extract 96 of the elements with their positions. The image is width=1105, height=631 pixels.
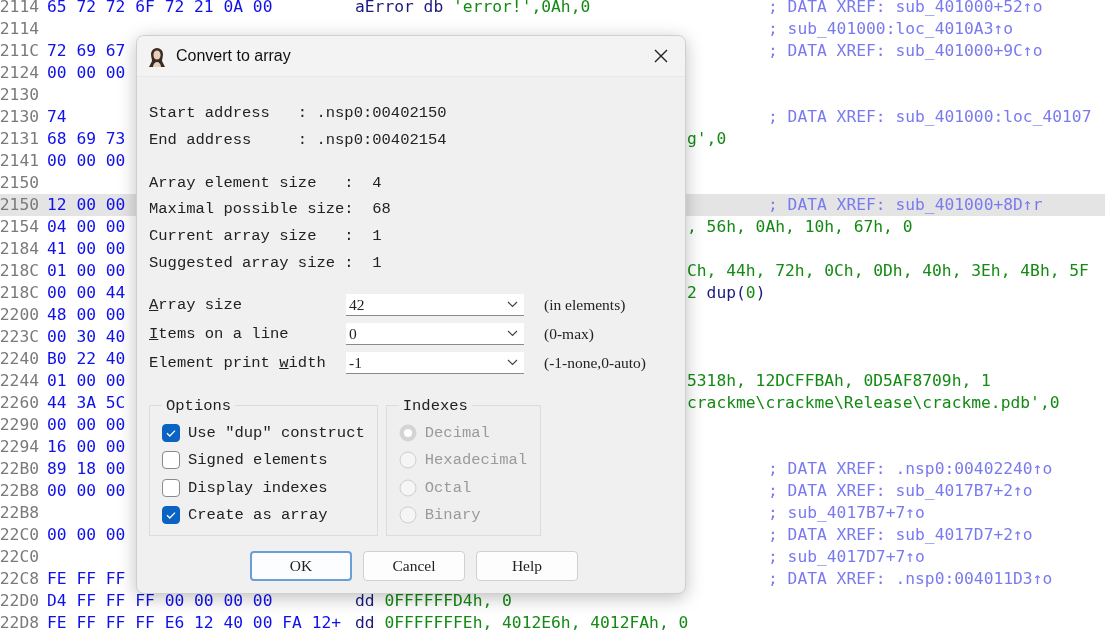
checkbox-label: Use "dup" construct — [188, 423, 365, 442]
hex-bytes: 44 3A 5C — [47, 393, 126, 412]
hex-bytes: 16 00 00 — [47, 437, 126, 456]
radio-label: Binary — [424, 506, 481, 525]
code-text: 2 dup(0) — [687, 283, 766, 302]
address-text: 218C — [0, 283, 39, 302]
comment-text: ; DATA XREF: sub_401000+52↑o — [768, 0, 1043, 16]
address-text: 2131 — [0, 129, 39, 148]
address-text: 2200 — [0, 305, 39, 324]
address-text: 2150 — [0, 173, 39, 192]
address-text: 218C — [0, 261, 39, 280]
address-text: 2294 — [0, 437, 39, 456]
hex-bytes: 00 00 44 — [47, 283, 126, 302]
hex-bytes: 12 00 00 — [47, 195, 126, 214]
info-text: Suggested array size : 1 — [149, 253, 382, 274]
address-text: 223C — [0, 327, 39, 346]
address-text: 2130 — [0, 85, 39, 104]
hex-bytes: 00 00 00 — [47, 151, 126, 170]
info-text: Current array size : 1 — [149, 226, 382, 248]
radio-label: Decimal — [424, 423, 490, 442]
address-text: 22C8 — [0, 569, 39, 588]
hex-bytes: 04 00 00 — [47, 217, 126, 236]
comment-text: ; DATA XREF: .nsp0:004011D3↑o — [768, 569, 1053, 588]
comment-text: ; DATA XREF: sub_401000+8D↑r — [768, 195, 1043, 214]
address-text: 2244 — [0, 371, 39, 390]
field-label: Items on a line — [149, 325, 290, 344]
address-text: 2260 — [0, 393, 39, 412]
address-text: 22D8 — [0, 613, 39, 631]
code-text: , 56h, 0Ah, 10h, 67h, 0 — [687, 217, 913, 236]
address-text: 2141 — [0, 151, 39, 170]
hex-bytes: 65 72 72 6F 72 21 0A 00 — [47, 0, 273, 16]
comment-text: ; sub_4017B7+7↑o — [768, 503, 925, 522]
comment-text: ; DATA XREF: sub_401000+9C↑o — [768, 41, 1043, 60]
address-text: 2240 — [0, 349, 39, 368]
hex-bytes: 89 18 00 — [47, 459, 126, 478]
comment-text: ; DATA XREF: sub_4017D7+2↑o — [768, 525, 1033, 544]
address-text: 2290 — [0, 415, 39, 434]
hex-bytes: 00 00 00 — [47, 63, 126, 82]
info-text: End address : .nsp0:00402154 — [149, 129, 447, 151]
hex-bytes: 48 00 00 — [47, 305, 126, 324]
hint-text: (0-max) — [544, 325, 594, 344]
code-text: dd 0FFFFFFD4h, 0 — [355, 591, 512, 610]
address-text: 22D0 — [0, 591, 39, 610]
checkbox-label: Create as array — [188, 506, 328, 525]
code-text: g',0 — [687, 129, 727, 148]
hex-bytes: 41 00 00 — [47, 239, 126, 258]
comment-text: ; DATA XREF: sub_4017B7+2↑o — [768, 481, 1033, 500]
hex-bytes: 00 00 00 — [47, 525, 126, 544]
code-text: Ch, 44h, 72h, 0Ch, 0Dh, 40h, 3Eh, 4Bh, 5F — [687, 261, 1089, 280]
field-label: Array size — [149, 296, 244, 315]
address-text: 22B8 — [0, 481, 39, 500]
field-label: Element print width — [149, 354, 327, 373]
address-text: 22C0 — [0, 525, 39, 544]
address-text: 2114 — [0, 19, 39, 38]
group-title: Options — [165, 396, 233, 415]
address-text: 22C0 — [0, 547, 39, 566]
hex-bytes: 01 00 00 — [47, 371, 126, 390]
address-text: 2124 — [0, 63, 39, 82]
group-title: Indexes — [401, 396, 469, 415]
hex-bytes: FE FF FF FF E6 12 40 00 FA 12+ — [47, 613, 342, 631]
hex-bytes: 74 — [47, 107, 67, 126]
code-text: aError db 'error!',0Ah,0 — [355, 0, 591, 16]
info-text: Array element size : 4 — [149, 172, 382, 194]
checkbox-label: Display indexes — [188, 478, 328, 497]
hex-bytes: 72 69 67 — [47, 41, 126, 60]
address-text: 22B0 — [0, 459, 39, 478]
radio-label: Octal — [424, 478, 472, 497]
comment-text: ; DATA XREF: sub_401000:loc_40107 — [768, 107, 1092, 126]
hint-text: (-1-none,0-auto) — [544, 354, 646, 373]
address-text: 2184 — [0, 239, 39, 258]
address-text: 211C — [0, 41, 39, 60]
hex-bytes: D4 FF FF FF 00 00 00 00 — [47, 591, 273, 610]
hint-text: (in elements) — [544, 296, 626, 315]
code-text: 5318h, 12DCFFBAh, 0D5AF8709h, 1 — [687, 371, 991, 390]
code-text: crackme\crackme\Release\crackme.pdb',0 — [687, 393, 1060, 412]
hex-bytes: 01 00 00 — [47, 261, 126, 280]
info-text: Maximal possible size: 68 — [149, 199, 391, 221]
address-text: 2130 — [0, 107, 39, 126]
checkbox-label: Signed elements — [188, 451, 328, 470]
hex-bytes: 00 30 40 — [47, 327, 126, 346]
info-text: Start address : .nsp0:00402150 — [149, 103, 447, 124]
hex-bytes: 00 00 00 — [47, 415, 126, 434]
code-text: dd 0FFFFFFFEh, 4012E6h, 4012FAh, 0 — [355, 613, 689, 631]
address-text: 2114 — [0, 0, 39, 16]
comment-text: ; sub_4017D7+7↑o — [768, 547, 925, 566]
hex-bytes: 68 69 73 — [47, 129, 126, 148]
hex-bytes: 00 00 00 — [47, 481, 126, 500]
address-text: 22B8 — [0, 503, 39, 522]
radio-label: Hexadecimal — [424, 451, 528, 470]
address-text: 2150 — [0, 195, 39, 214]
address-text: 2154 — [0, 217, 39, 236]
hex-bytes: B0 22 40 — [47, 349, 126, 368]
hex-bytes: FE FF FF — [47, 569, 126, 588]
comment-text: ; sub_401000:loc_4010A3↑o — [768, 19, 1014, 38]
dialog-title: Convert to array — [176, 47, 292, 65]
comment-text: ; DATA XREF: .nsp0:00402240↑o — [768, 459, 1053, 478]
